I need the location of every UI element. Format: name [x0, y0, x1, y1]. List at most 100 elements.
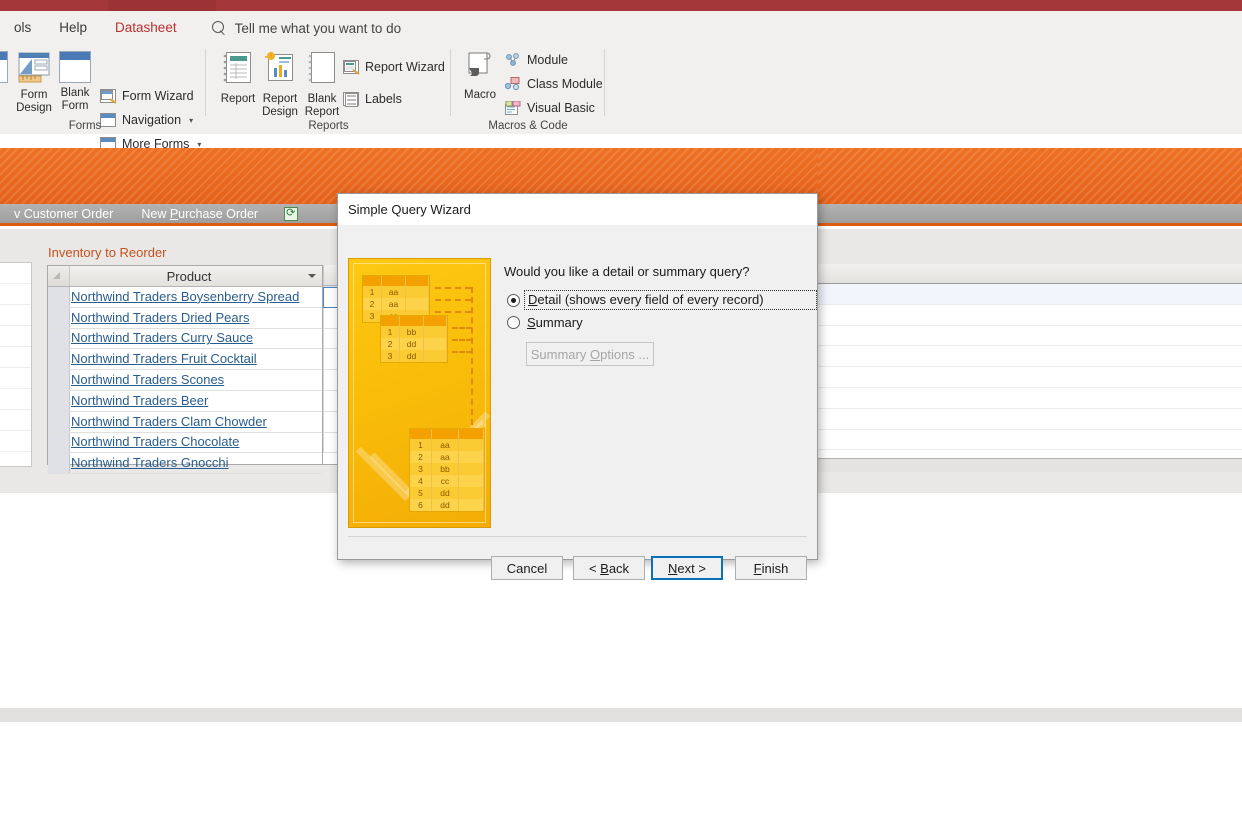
table-row[interactable]: Northwind Traders Chocolate	[48, 432, 322, 454]
product-link[interactable]: Northwind Traders Dried Pears	[71, 310, 249, 325]
ribbon-tab-datasheet[interactable]: Datasheet	[101, 11, 191, 45]
product-link[interactable]: Northwind Traders Fruit Cocktail	[71, 351, 257, 366]
ribbon-button-form-wizard[interactable]: Form Wizard	[100, 89, 194, 104]
tell-me-box[interactable]: Tell me what you want to do	[211, 20, 401, 36]
nav-item-new-purchase-order[interactable]: New Purchase Order	[127, 207, 272, 221]
product-link[interactable]: Northwind Traders Scones	[71, 372, 224, 387]
cell-product[interactable]: Northwind Traders Boysenberry Spread	[70, 288, 322, 306]
next-button[interactable]: Next >	[651, 556, 723, 580]
list-item	[0, 347, 31, 368]
ribbon-group-macros-code: Macro Module Class Module Visual Basic M…	[451, 45, 605, 134]
radio-option-summary[interactable]: Summary	[507, 315, 583, 330]
left-datasheet-partial[interactable]	[0, 262, 32, 467]
ribbon-button-blank-form[interactable]: Blank Form	[48, 51, 102, 113]
row-selector[interactable]	[48, 411, 70, 432]
product-link[interactable]: Northwind Traders Beer	[71, 393, 208, 408]
column-header-product[interactable]: Product	[70, 269, 322, 284]
nav-item-customer-order[interactable]: v Customer Order	[0, 207, 127, 221]
inventory-datasheet: Product Northwind Traders Boysenberry Sp…	[47, 265, 323, 475]
table-row[interactable]: Northwind Traders Curry Sauce	[48, 328, 322, 350]
row-selector[interactable]	[48, 370, 70, 390]
cancel-button[interactable]: Cancel	[491, 556, 563, 580]
cell-product[interactable]: Northwind Traders Chocolate	[70, 433, 322, 451]
table-row[interactable]	[818, 367, 1242, 388]
ribbon-button-report-wizard[interactable]: Report Wizard	[343, 60, 445, 75]
row-selector[interactable]	[48, 390, 70, 411]
cell-product[interactable]: Northwind Traders Dried Pears	[70, 309, 322, 327]
ribbon-tab-help[interactable]: Help	[45, 11, 101, 45]
table-row[interactable]	[818, 305, 1242, 326]
ribbon-button-class-module[interactable]: Class Module	[504, 77, 603, 91]
table-row[interactable]	[818, 326, 1242, 347]
cell-product[interactable]: Northwind Traders Beer	[70, 392, 322, 410]
ribbon-button-macro[interactable]: Macro	[453, 51, 507, 102]
column-header-product-label: Product	[166, 268, 212, 284]
table-row[interactable]	[818, 346, 1242, 368]
table-row[interactable]: Northwind Traders Dried Pears	[48, 307, 322, 329]
blank-form-icon	[59, 51, 91, 83]
cell-product[interactable]: Northwind Traders Clam Chowder	[70, 413, 322, 431]
finish-button[interactable]: Finish	[735, 556, 807, 580]
list-item	[0, 305, 31, 326]
product-link[interactable]: Northwind Traders Clam Chowder	[71, 414, 267, 429]
table-row[interactable]: Northwind Traders Boysenberry Spread	[48, 287, 322, 308]
page-title: Inventory to Reorder	[48, 245, 167, 260]
content-bottom-strip	[0, 708, 1242, 722]
chevron-down-icon[interactable]	[308, 274, 316, 278]
illustration-connector	[452, 327, 472, 329]
back-button-label: < Back	[588, 560, 630, 576]
table-row[interactable]	[818, 409, 1242, 430]
illustration-connector	[435, 287, 471, 289]
row-selector[interactable]	[48, 328, 70, 349]
ribbon-tab-tools[interactable]: ols	[0, 11, 45, 45]
labels-icon	[343, 92, 359, 107]
table-row[interactable]	[818, 388, 1242, 409]
product-link[interactable]: Northwind Traders Chocolate	[71, 434, 239, 449]
ribbon-button-visual-basic[interactable]: Visual Basic	[505, 100, 595, 115]
table-row[interactable]: Northwind Traders Scones	[48, 370, 322, 391]
macro-icon	[453, 51, 507, 85]
right-datasheet-body[interactable]	[818, 284, 1242, 472]
ribbon-group-label-macros-code: Macros & Code	[488, 120, 568, 132]
simple-query-wizard-dialog: Simple Query Wizard 1aa 2aa 3cc 1bb	[337, 193, 818, 580]
dialog-separator	[348, 536, 807, 537]
ribbon-group-separator	[604, 49, 605, 116]
dialog-title-bar: Simple Query Wizard	[338, 194, 817, 225]
row-selector[interactable]	[48, 349, 70, 370]
illustration-connector	[452, 339, 472, 341]
ribbon-button-labels[interactable]: Labels	[343, 92, 402, 107]
table-row[interactable]	[818, 284, 1242, 305]
summary-options-button[interactable]: Summary Options ...	[526, 342, 654, 366]
cancel-button-label: Cancel	[506, 560, 548, 576]
cell-product[interactable]: Northwind Traders Curry Sauce	[70, 329, 322, 347]
title-bar-tab-shade	[108, 0, 216, 11]
refresh-icon[interactable]	[284, 206, 299, 221]
ribbon-button-blank-report[interactable]: Blank Report	[295, 51, 349, 119]
table-row[interactable]: Northwind Traders Beer	[48, 390, 322, 412]
cell-product[interactable]: Northwind Traders Scones	[70, 371, 322, 389]
blank-report-icon	[295, 51, 349, 89]
row-selector[interactable]	[48, 453, 70, 474]
back-button[interactable]: < Back	[573, 556, 645, 580]
row-selector[interactable]	[48, 432, 70, 453]
cell-product[interactable]: Northwind Traders Gnocchi	[70, 454, 322, 472]
table-row[interactable]	[818, 430, 1242, 451]
product-link[interactable]: Northwind Traders Curry Sauce	[71, 330, 253, 345]
row-selector[interactable]	[48, 287, 70, 307]
product-link[interactable]: Northwind Traders Boysenberry Spread	[71, 289, 299, 304]
table-row[interactable]: Northwind Traders Fruit Cocktail	[48, 349, 322, 371]
form-banner-right	[818, 148, 1242, 204]
module-icon	[505, 53, 521, 67]
table-row[interactable]: Northwind Traders Gnocchi	[48, 453, 322, 475]
radio-option-detail[interactable]: Detail (shows every field of every recor…	[507, 290, 817, 310]
radio-summary-indicator[interactable]	[507, 316, 520, 329]
cell-product[interactable]: Northwind Traders Fruit Cocktail	[70, 350, 322, 368]
table-row[interactable]: Northwind Traders Clam Chowder	[48, 411, 322, 433]
select-all-corner[interactable]	[48, 266, 70, 286]
ribbon-group-label-forms: Forms	[68, 120, 102, 132]
ribbon-button-module[interactable]: Module	[505, 53, 568, 67]
row-selector[interactable]	[48, 307, 70, 328]
product-link[interactable]: Northwind Traders Gnocchi	[71, 455, 229, 470]
radio-detail-indicator[interactable]	[507, 293, 520, 307]
ribbon-group-forms: n	[0, 45, 206, 151]
